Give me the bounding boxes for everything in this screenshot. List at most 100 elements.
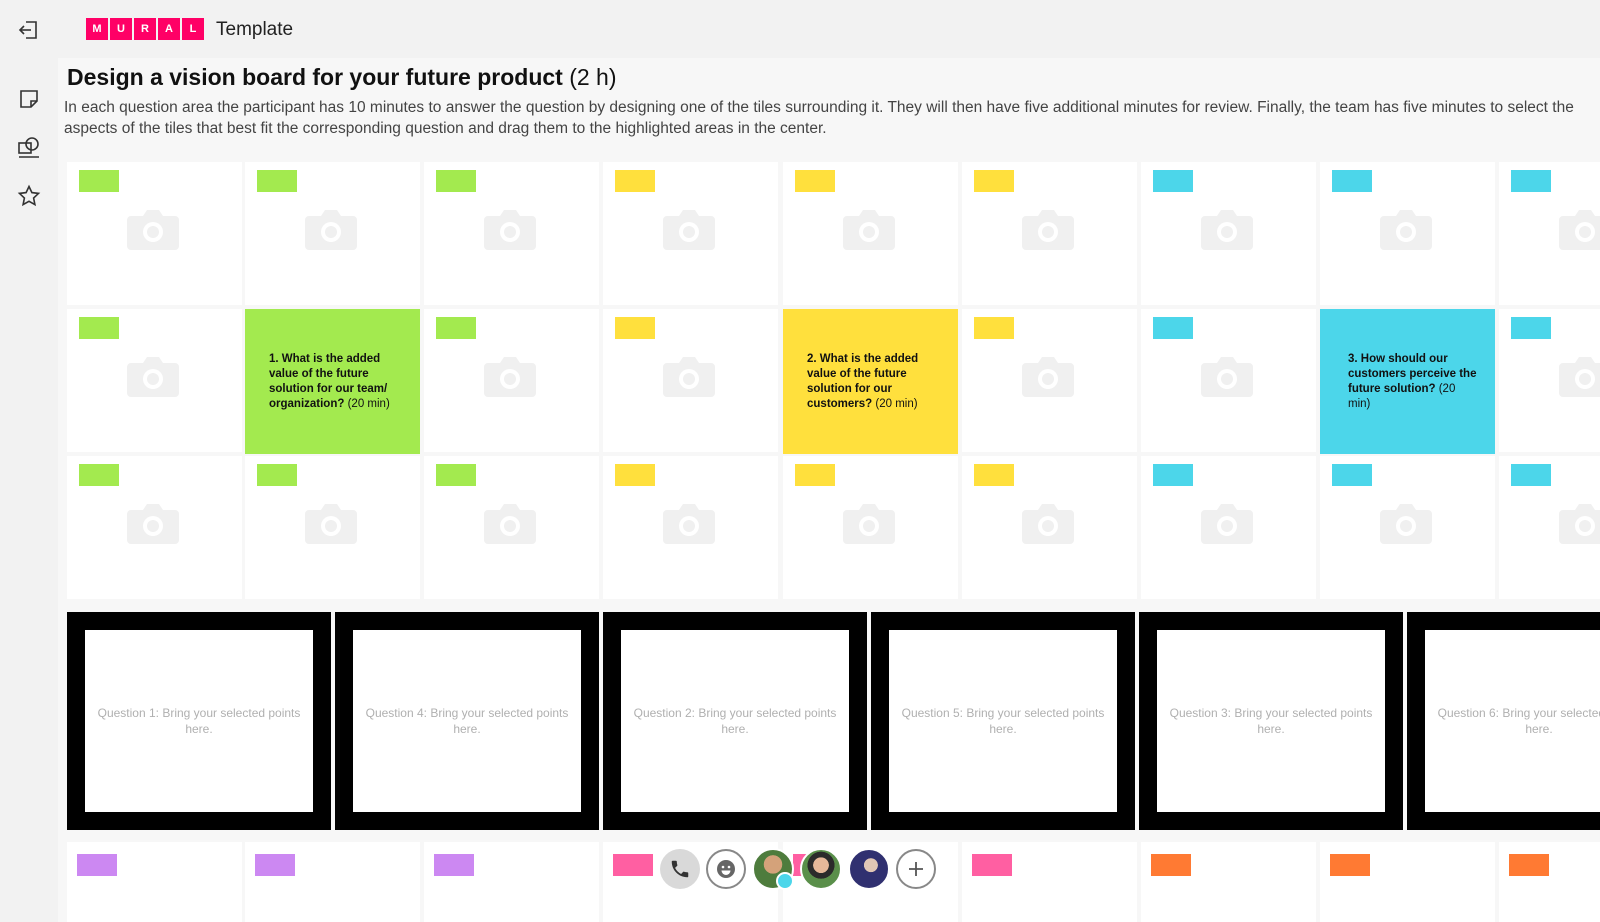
answer-area-question-6[interactable]: Question 6: Bring your selected points h… bbox=[1407, 612, 1600, 830]
image-tile[interactable] bbox=[783, 456, 958, 599]
star-icon[interactable] bbox=[14, 181, 44, 211]
phone-icon[interactable] bbox=[660, 849, 700, 889]
image-tile[interactable] bbox=[1499, 456, 1600, 599]
sticky-note[interactable] bbox=[795, 170, 835, 192]
image-tile[interactable] bbox=[424, 456, 599, 599]
answer-area-label: Question 3: Bring your selected points h… bbox=[1169, 706, 1373, 736]
answer-area-question-5[interactable]: Question 5: Bring your selected points h… bbox=[871, 612, 1135, 830]
sticky-note[interactable] bbox=[1151, 854, 1191, 876]
sticky-note[interactable] bbox=[1153, 170, 1193, 192]
image-tile[interactable] bbox=[424, 162, 599, 305]
sticky-note[interactable] bbox=[974, 170, 1014, 192]
sticky-note[interactable] bbox=[257, 464, 297, 486]
logo-letter: L bbox=[182, 18, 204, 40]
sticky-note[interactable] bbox=[1332, 464, 1372, 486]
camera-placeholder-icon bbox=[663, 504, 715, 544]
sticky-note[interactable] bbox=[436, 464, 476, 486]
sticky-note[interactable] bbox=[77, 854, 117, 876]
sticky-note[interactable] bbox=[615, 317, 655, 339]
image-tile[interactable] bbox=[245, 842, 420, 922]
camera-placeholder-icon bbox=[1022, 210, 1074, 250]
image-tile[interactable] bbox=[1499, 842, 1600, 922]
camera-placeholder-icon bbox=[1201, 357, 1253, 397]
image-tile[interactable] bbox=[962, 456, 1137, 599]
sticky-note[interactable] bbox=[1511, 464, 1551, 486]
answer-area-question-3[interactable]: Question 3: Bring your selected points h… bbox=[1139, 612, 1403, 830]
image-tile[interactable] bbox=[67, 456, 242, 599]
image-tile[interactable] bbox=[424, 309, 599, 452]
sticky-note[interactable] bbox=[436, 170, 476, 192]
mural-canvas[interactable]: Design a vision board for your future pr… bbox=[58, 58, 1600, 922]
sticky-note[interactable] bbox=[436, 317, 476, 339]
image-tile[interactable] bbox=[1141, 456, 1316, 599]
sticky-note[interactable] bbox=[1511, 170, 1551, 192]
board-title: Design a vision board for your future pr… bbox=[67, 62, 617, 92]
answer-area-question-4[interactable]: Question 4: Bring your selected points h… bbox=[335, 612, 599, 830]
sticky-note[interactable] bbox=[434, 854, 474, 876]
image-tile[interactable] bbox=[424, 842, 599, 922]
question-card-3[interactable]: 3. How should our customers perceive the… bbox=[1320, 309, 1495, 454]
sticky-note[interactable] bbox=[1330, 854, 1370, 876]
image-tile[interactable] bbox=[67, 162, 242, 305]
image-tile[interactable] bbox=[245, 456, 420, 599]
image-tile[interactable] bbox=[1320, 456, 1495, 599]
mural-logo[interactable]: M U R A L bbox=[86, 18, 204, 40]
collaborator-avatar[interactable] bbox=[848, 848, 890, 890]
image-tile[interactable] bbox=[1499, 309, 1600, 452]
board-description: In each question area the participant ha… bbox=[64, 99, 1574, 137]
image-tile[interactable] bbox=[1320, 842, 1495, 922]
sticky-note[interactable] bbox=[974, 317, 1014, 339]
image-tile[interactable] bbox=[1320, 162, 1495, 305]
image-tile[interactable] bbox=[603, 162, 778, 305]
sticky-note[interactable] bbox=[79, 464, 119, 486]
sticky-note-icon[interactable] bbox=[14, 84, 44, 114]
add-icon[interactable] bbox=[896, 849, 936, 889]
camera-placeholder-icon bbox=[305, 210, 357, 250]
sticky-note[interactable] bbox=[615, 464, 655, 486]
image-tile[interactable] bbox=[1499, 162, 1600, 305]
sticky-note[interactable] bbox=[1511, 317, 1551, 339]
question-card-2[interactable]: 2. What is the added value of the future… bbox=[783, 309, 958, 454]
sticky-note[interactable] bbox=[255, 854, 295, 876]
image-tile[interactable] bbox=[1141, 842, 1316, 922]
image-tile[interactable] bbox=[962, 162, 1137, 305]
collaborator-avatar[interactable] bbox=[800, 848, 842, 890]
sticky-note[interactable] bbox=[79, 317, 119, 339]
answer-area-label: Question 1: Bring your selected points h… bbox=[97, 706, 301, 736]
camera-placeholder-icon bbox=[1201, 504, 1253, 544]
logo-letter: A bbox=[158, 18, 180, 40]
question-card-1[interactable]: 1. What is the added value of the future… bbox=[245, 309, 420, 454]
image-tile[interactable] bbox=[962, 309, 1137, 452]
image-tile[interactable] bbox=[67, 842, 242, 922]
templates-icon[interactable] bbox=[14, 133, 44, 163]
sticky-note[interactable] bbox=[1332, 170, 1372, 192]
image-tile[interactable] bbox=[603, 309, 778, 452]
emoji-icon[interactable] bbox=[706, 849, 746, 889]
camera-placeholder-icon bbox=[1559, 504, 1600, 544]
answer-area-question-1[interactable]: Question 1: Bring your selected points h… bbox=[67, 612, 331, 830]
image-tile[interactable] bbox=[245, 162, 420, 305]
camera-placeholder-icon bbox=[127, 504, 179, 544]
sticky-note[interactable] bbox=[257, 170, 297, 192]
sticky-note[interactable] bbox=[795, 464, 835, 486]
image-tile[interactable] bbox=[962, 842, 1137, 922]
camera-placeholder-icon bbox=[843, 504, 895, 544]
camera-placeholder-icon bbox=[663, 210, 715, 250]
image-tile[interactable] bbox=[783, 162, 958, 305]
image-tile[interactable] bbox=[603, 456, 778, 599]
exit-icon[interactable] bbox=[14, 15, 44, 45]
collaborator-avatar[interactable] bbox=[752, 848, 794, 890]
sticky-note[interactable] bbox=[1153, 317, 1193, 339]
answer-area-question-2[interactable]: Question 2: Bring your selected points h… bbox=[603, 612, 867, 830]
image-tile[interactable] bbox=[1141, 309, 1316, 452]
sticky-note[interactable] bbox=[972, 854, 1012, 876]
image-tile[interactable] bbox=[67, 309, 242, 452]
sticky-note[interactable] bbox=[613, 854, 653, 876]
answer-area-label: Question 6: Bring your selected points h… bbox=[1437, 706, 1600, 736]
sticky-note[interactable] bbox=[974, 464, 1014, 486]
sticky-note[interactable] bbox=[615, 170, 655, 192]
sticky-note[interactable] bbox=[1153, 464, 1193, 486]
sticky-note[interactable] bbox=[79, 170, 119, 192]
sticky-note[interactable] bbox=[1509, 854, 1549, 876]
image-tile[interactable] bbox=[1141, 162, 1316, 305]
